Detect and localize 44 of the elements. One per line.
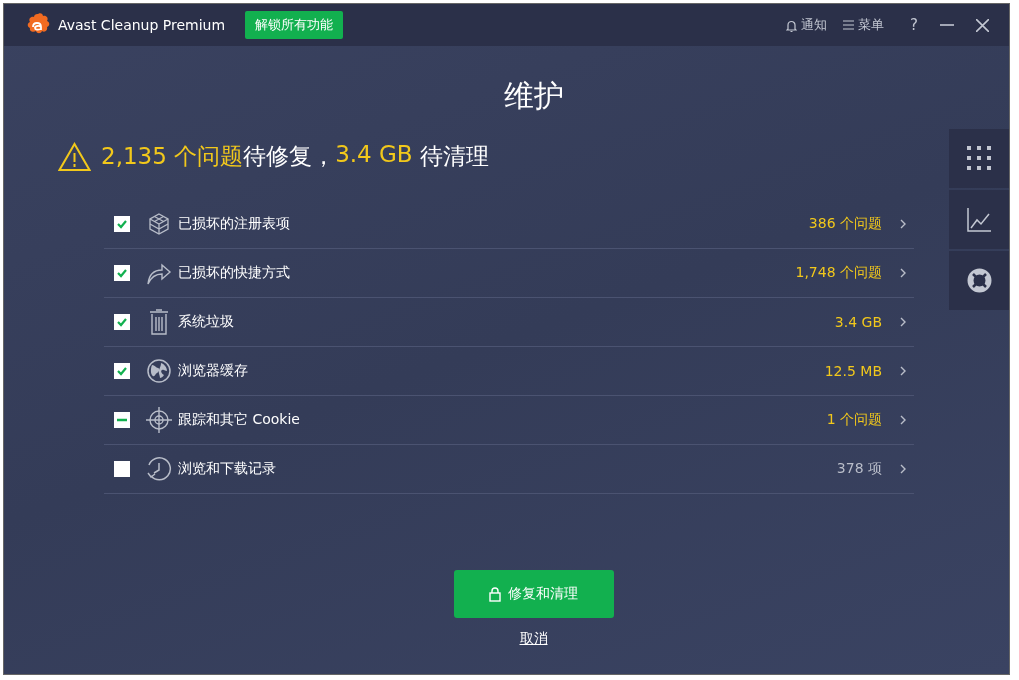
item-value: 1 个问题 xyxy=(826,411,882,429)
crosshair-icon xyxy=(146,407,172,433)
item-label: 已损坏的快捷方式 xyxy=(178,264,291,282)
curved-arrow-icon xyxy=(146,261,172,285)
help-button[interactable]: ? xyxy=(910,16,918,34)
chevron-right-icon[interactable] xyxy=(900,268,906,278)
chevron-right-icon[interactable] xyxy=(900,415,906,425)
summary-text: 2,135 个问题待修复，3.4 GB 待清理 xyxy=(101,141,489,171)
lock-icon xyxy=(489,586,501,602)
checkbox[interactable] xyxy=(114,412,130,428)
item-label: 已损坏的注册表项 xyxy=(178,215,291,233)
cube-icon xyxy=(147,212,171,236)
chevron-right-icon[interactable] xyxy=(900,219,906,229)
chevron-right-icon[interactable] xyxy=(900,366,906,376)
help-dock-button[interactable] xyxy=(949,251,1009,310)
warning-icon xyxy=(58,142,91,171)
chevron-right-icon[interactable] xyxy=(900,317,906,327)
app-title: Avast Cleanup Premium xyxy=(58,17,226,33)
item-value: 386 个问题 xyxy=(808,215,882,233)
chevron-right-icon[interactable] xyxy=(900,464,906,474)
grid-icon xyxy=(966,146,992,171)
item-label: 系统垃圾 xyxy=(178,313,235,331)
apps-dock-button[interactable] xyxy=(949,129,1009,188)
trash-icon xyxy=(149,309,169,335)
item-value: 378 项 xyxy=(836,460,882,478)
globe-icon xyxy=(147,359,171,383)
item-label: 浏览和下载记录 xyxy=(178,460,277,478)
clock-icon xyxy=(146,456,172,482)
item-value: 12.5 MB xyxy=(824,363,882,379)
stats-dock-button[interactable] xyxy=(949,190,1009,249)
page-heading: 维护 xyxy=(503,77,564,115)
menu-button[interactable]: 菜单 xyxy=(843,16,885,34)
bell-icon xyxy=(786,18,798,32)
item-value: 1,748 个问题 xyxy=(795,264,882,282)
checkbox[interactable] xyxy=(114,461,130,477)
cancel-link[interactable]: 取消 xyxy=(519,630,548,648)
notifications-button[interactable]: 通知 xyxy=(786,16,828,34)
item-label: 浏览器缓存 xyxy=(178,362,249,380)
item-value: 3.4 GB xyxy=(834,314,882,330)
line-chart-icon xyxy=(967,207,991,232)
close-icon[interactable] xyxy=(976,18,989,32)
menu-icon xyxy=(843,20,855,30)
lifebuoy-icon xyxy=(966,268,992,293)
item-label: 跟踪和其它 Cookie xyxy=(178,411,301,429)
